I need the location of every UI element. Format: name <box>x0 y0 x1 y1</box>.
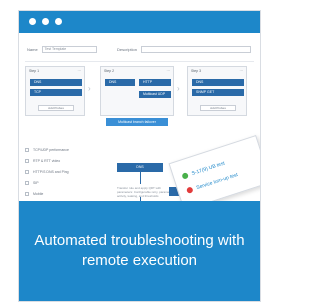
chevron-right-icon: › <box>177 84 180 93</box>
divider <box>25 61 254 62</box>
step-label: Step 3 <box>191 69 202 73</box>
connector-line <box>140 172 141 184</box>
step-card: Step 1 ⋯ DNS TCP Add Probes <box>25 66 85 116</box>
description-label: Description <box>117 46 138 52</box>
description-input[interactable] <box>141 45 252 53</box>
screenshot-card: Name Test Template Description Step 1 ⋯ … <box>18 10 261 302</box>
probe-block[interactable]: HTTP <box>139 79 171 86</box>
step-label: Step 2 <box>104 69 115 73</box>
probe-block[interactable]: Multicast UDP <box>139 91 171 98</box>
window-dot-icon <box>29 18 36 25</box>
step-label: Step 1 <box>29 69 40 73</box>
caption-banner: Automated troubleshooting with remote ex… <box>19 201 260 301</box>
wide-action-button[interactable]: Multicast branch failover <box>106 118 168 126</box>
probe-block[interactable]: TCP <box>30 89 82 96</box>
checkbox-icon[interactable] <box>25 181 29 186</box>
probe-block[interactable]: DNS <box>30 79 82 86</box>
sidebar-item[interactable]: TCP/UDP performance <box>25 148 69 153</box>
step-card: Step 3 ⋯ DNS SNMP GET Add Probes <box>187 66 247 116</box>
step-tools-icon[interactable]: ⋯ <box>240 69 244 73</box>
add-probes-button[interactable]: Add Probes <box>200 105 236 111</box>
probe-block[interactable]: SNMP GET <box>192 89 244 96</box>
chevron-right-icon: › <box>88 84 91 93</box>
probe-block[interactable]: DNS <box>105 79 135 86</box>
checkbox-icon[interactable] <box>25 148 29 153</box>
window-dot-icon <box>55 18 62 25</box>
window-titlebar <box>19 11 260 33</box>
window-dot-icon <box>42 18 49 25</box>
step-card: Step 2 ⋯ DNS HTTP Multicast UDP <box>100 66 174 116</box>
checkbox-icon[interactable] <box>25 159 29 164</box>
checkbox-icon[interactable] <box>25 170 29 175</box>
sidebar-item[interactable]: HTTP/S DNS and Ping <box>25 170 69 175</box>
canvas-note: Transfer rule and apply QRT with paramet… <box>117 186 176 198</box>
step-tools-icon[interactable]: ⋯ <box>167 69 171 73</box>
test-results-popup: S-17(9) UB test Service turn-up test <box>168 135 260 211</box>
description-field-row: Description <box>117 44 252 54</box>
sidebar-item[interactable]: RTP & RTT video <box>25 159 60 164</box>
step-tools-icon[interactable]: ⋯ <box>78 69 82 73</box>
name-input[interactable]: Test Template <box>41 45 97 53</box>
name-field-row: Name Test Template <box>27 44 97 54</box>
canvas-block[interactable]: DNS <box>117 163 163 172</box>
check-icon <box>181 172 189 180</box>
sidebar-item[interactable]: SIP <box>25 181 39 186</box>
sidebar-item[interactable]: Mobile <box>25 192 43 197</box>
error-icon <box>186 186 194 194</box>
name-label: Name <box>27 46 38 52</box>
checkbox-icon[interactable] <box>25 192 29 197</box>
caption-text: Automated troubleshooting with remote ex… <box>34 232 245 269</box>
probe-block[interactable]: DNS <box>192 79 244 86</box>
add-probes-button[interactable]: Add Probes <box>38 105 74 111</box>
